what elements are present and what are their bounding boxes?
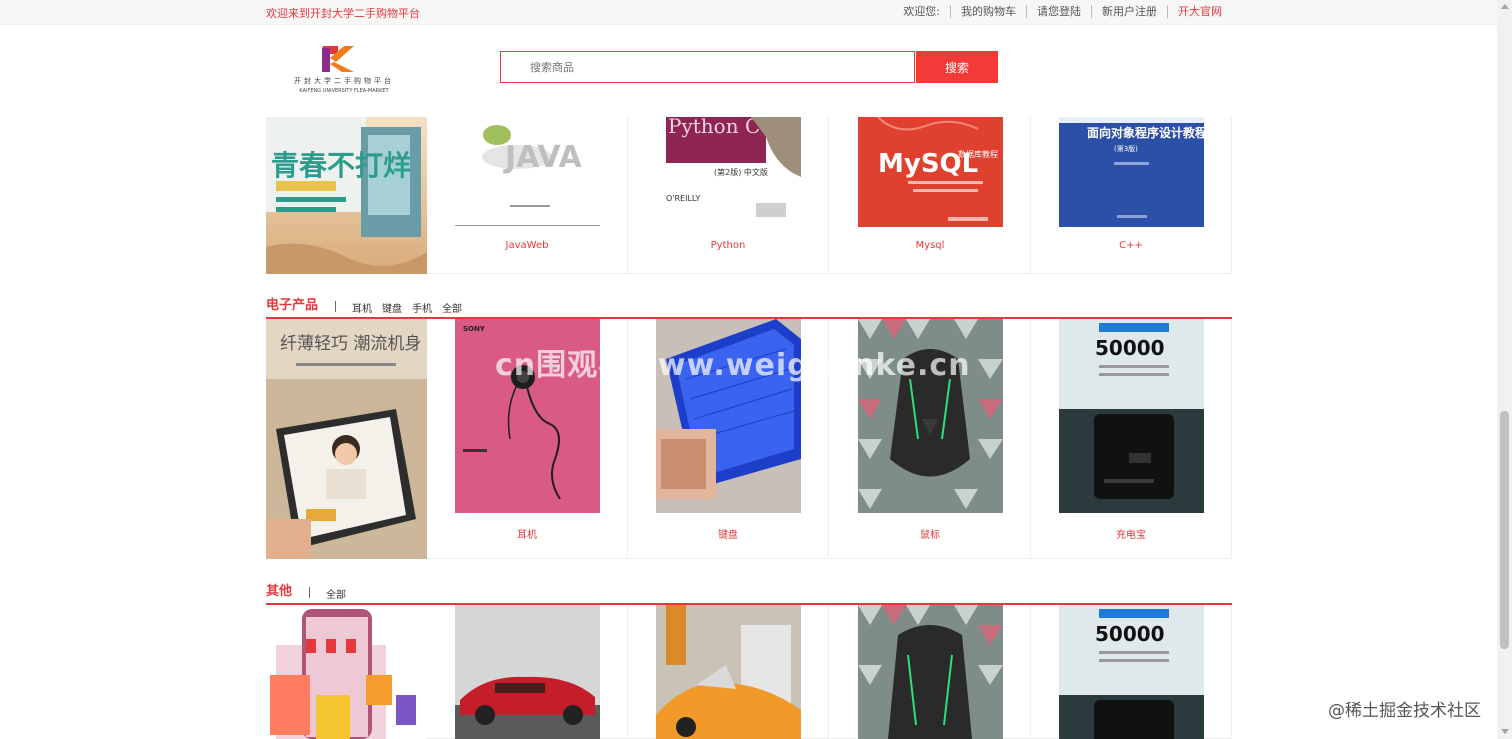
python-cover-publisher: O'REILLY bbox=[666, 194, 700, 203]
product-card-javaweb[interactable]: JAVA JavaWeb bbox=[427, 117, 628, 274]
site-logo[interactable]: 开封大学二手购物平台 KAIFENG UNIVERSITY FLEA-MARKE… bbox=[282, 44, 407, 96]
others-banner[interactable] bbox=[266, 605, 427, 739]
product-card-powerbank[interactable]: 50000 充电宝 bbox=[1031, 319, 1232, 559]
section-title-others[interactable]: 其他 bbox=[266, 580, 292, 599]
scroll-up-arrow-icon[interactable] bbox=[1501, 4, 1509, 9]
section-title-electronics[interactable]: 电子产品 bbox=[266, 294, 318, 313]
python-cover-sub: (第2版) 中文版 bbox=[714, 167, 768, 177]
product-card-cpp[interactable]: 面向对象程序设计教程 (第3版) C++ bbox=[1031, 117, 1232, 274]
login-link[interactable]: 请您登陆 bbox=[1026, 5, 1091, 18]
product-image-car-red[interactable] bbox=[455, 605, 600, 739]
mysql-cover-sub: 数据库教程 bbox=[958, 149, 998, 159]
top-nav: 欢迎您: 我的购物车 请您登陆 新用户注册 开大官网 bbox=[893, 5, 1232, 18]
watermark-text: cn围观客www.weiguanke.cn bbox=[495, 348, 971, 383]
product-card-other-1[interactable] bbox=[427, 605, 628, 739]
product-name-javaweb[interactable]: JavaWeb bbox=[427, 240, 627, 251]
section-divider bbox=[335, 301, 336, 312]
product-name-mysql[interactable]: Mysql bbox=[830, 240, 1030, 251]
powerbank-cover-title: 50000 bbox=[1095, 336, 1165, 360]
search-button[interactable]: 搜索 bbox=[916, 51, 998, 83]
product-image-powerbank-2[interactable]: 50000 bbox=[1059, 605, 1204, 739]
welcome-text: 欢迎来到开封大学二手购物平台 bbox=[266, 7, 420, 20]
logo-en-text: KAIFENG UNIVERSITY FLEA-MARKET bbox=[299, 88, 389, 94]
category-link-phone[interactable]: 手机 bbox=[412, 300, 432, 315]
product-name-keyboard[interactable]: 键盘 bbox=[628, 526, 828, 541]
category-link-earphones[interactable]: 耳机 bbox=[352, 300, 372, 315]
greeting-text: 欢迎您: bbox=[903, 5, 940, 18]
books-banner-text: 青春不打烊 bbox=[271, 149, 411, 182]
cart-link[interactable]: 我的购物车 bbox=[950, 5, 1026, 18]
scroll-down-arrow-icon[interactable] bbox=[1501, 729, 1509, 734]
category-link-all[interactable]: 全部 bbox=[442, 300, 462, 315]
product-name-mouse[interactable]: 鼠标 bbox=[830, 526, 1030, 541]
cpp-cover-sub: (第3版) bbox=[1114, 144, 1138, 153]
product-image-javaweb[interactable]: JAVA bbox=[455, 117, 600, 227]
product-card-other-2[interactable] bbox=[628, 605, 829, 739]
books-banner[interactable]: 青春不打烊 bbox=[266, 117, 427, 274]
search-input[interactable] bbox=[500, 51, 915, 83]
product-image-mouse-2[interactable] bbox=[858, 605, 1003, 739]
cpp-cover-title: 面向对象程序设计教程 bbox=[1087, 125, 1204, 140]
category-link-others-all[interactable]: 全部 bbox=[326, 586, 346, 601]
register-link[interactable]: 新用户注册 bbox=[1091, 5, 1167, 18]
juejin-watermark: @稀土掘金技术社区 bbox=[1328, 701, 1481, 721]
product-card-other-4[interactable]: 50000 bbox=[1031, 605, 1232, 739]
top-bar: 欢迎来到开封大学二手购物平台 欢迎您: 我的购物车 请您登陆 新用户注册 开大官… bbox=[0, 0, 1497, 25]
electronics-banner[interactable]: 纤薄轻巧 潮流机身 bbox=[266, 319, 427, 559]
product-image-mysql[interactable]: MySQL 数据库教程 bbox=[858, 117, 1003, 227]
product-card-other-3[interactable] bbox=[830, 605, 1031, 739]
scrollbar-thumb[interactable] bbox=[1500, 411, 1509, 649]
product-image-powerbank[interactable]: 50000 bbox=[1059, 319, 1204, 513]
section-divider bbox=[309, 587, 310, 598]
page-scrollbar[interactable] bbox=[1497, 0, 1512, 739]
category-link-keyboard[interactable]: 键盘 bbox=[382, 300, 402, 315]
official-site-link[interactable]: 开大官网 bbox=[1167, 5, 1232, 18]
product-card-python[interactable]: Python Cookbook (第2版) 中文版 O'REILLY Pytho… bbox=[628, 117, 829, 274]
product-image-car-orange[interactable] bbox=[656, 605, 801, 739]
javaweb-cover-title: JAVA bbox=[503, 140, 583, 175]
earphones-cover-brand: SONY bbox=[463, 325, 486, 333]
product-name-cpp[interactable]: C++ bbox=[1031, 240, 1231, 251]
product-name-earphones[interactable]: 耳机 bbox=[427, 526, 627, 541]
product-name-powerbank[interactable]: 充电宝 bbox=[1031, 526, 1231, 541]
product-image-cpp[interactable]: 面向对象程序设计教程 (第3版) bbox=[1059, 117, 1204, 227]
product-card-mysql[interactable]: MySQL 数据库教程 Mysql bbox=[830, 117, 1031, 274]
search-bar: 搜索 bbox=[500, 51, 998, 83]
electronics-banner-text: 纤薄轻巧 潮流机身 bbox=[280, 334, 421, 354]
product-image-python[interactable]: Python Cookbook (第2版) 中文版 O'REILLY bbox=[656, 117, 801, 227]
powerbank-2-cover-title: 50000 bbox=[1095, 622, 1165, 646]
product-name-python[interactable]: Python bbox=[628, 240, 828, 251]
logo-cn-text: 开封大学二手购物平台 bbox=[294, 76, 394, 85]
